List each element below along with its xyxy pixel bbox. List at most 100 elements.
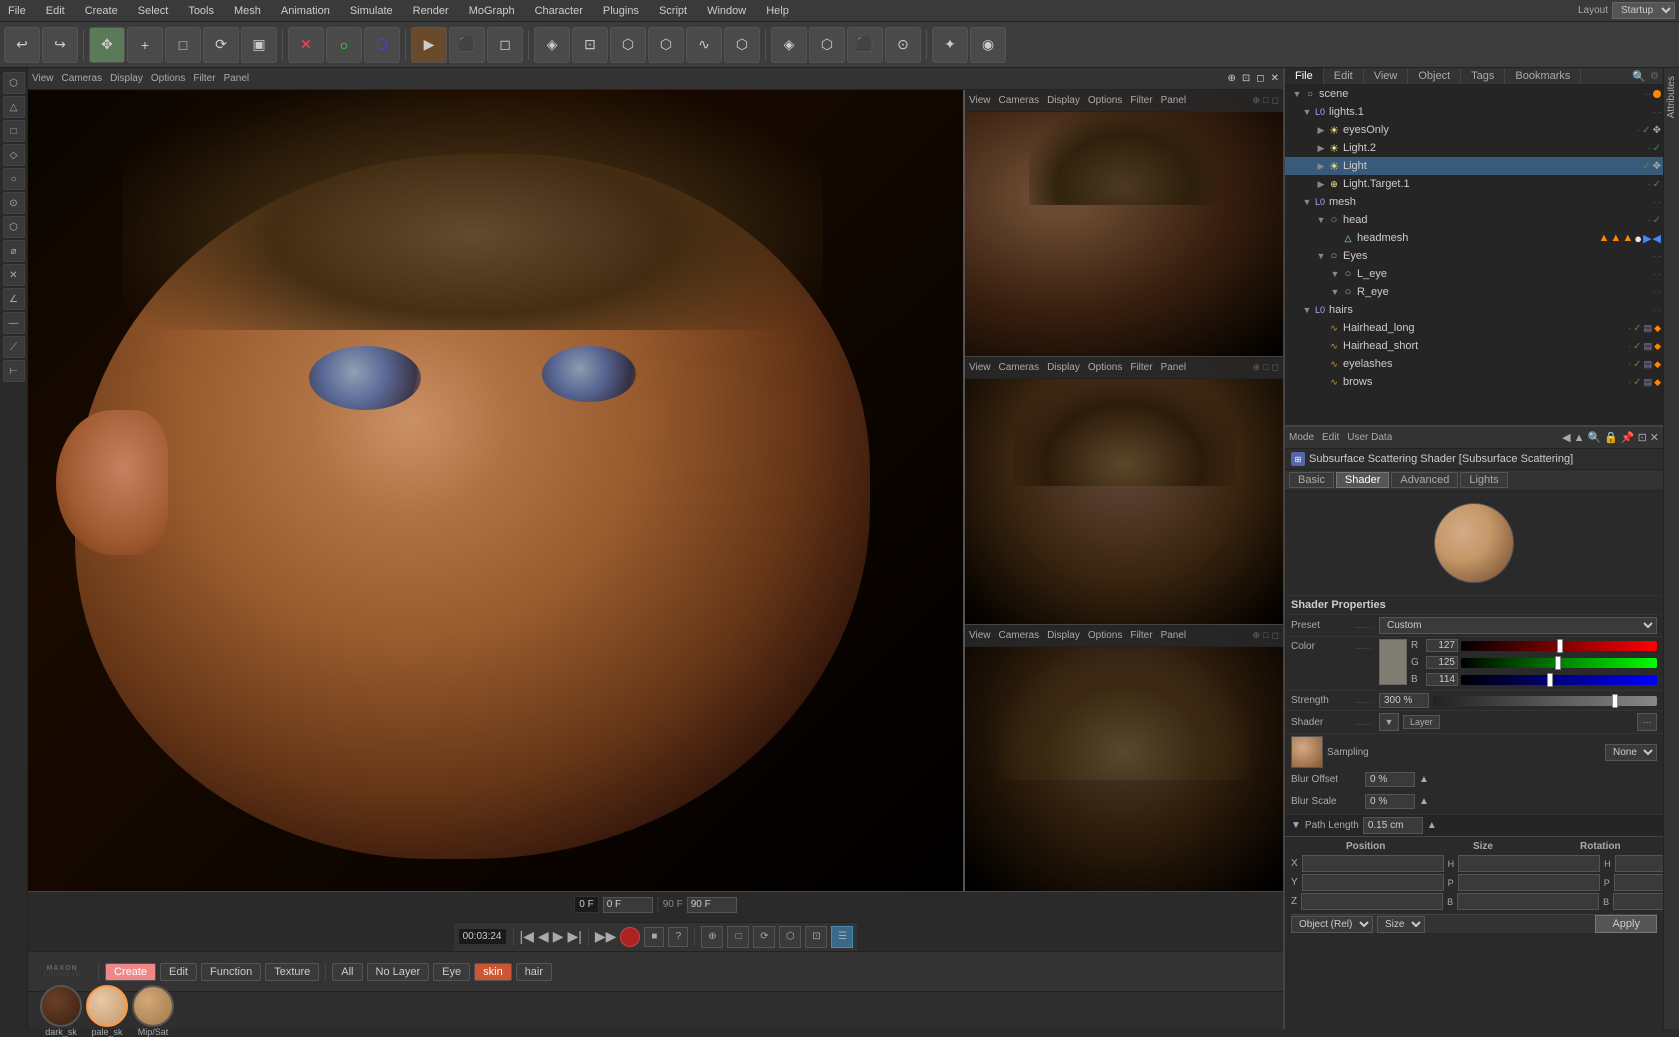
rvp-mid-cameras[interactable]: Cameras [999, 362, 1040, 373]
filter-skin[interactable]: skin [474, 963, 512, 981]
tree-row-lighttarget[interactable]: ▶ ⊕ Light.Target.1 · ✓ [1285, 175, 1663, 193]
vp-tab-filter[interactable]: Filter [193, 73, 215, 84]
tool-i[interactable]: ⬛ [847, 27, 883, 63]
filter-nolayer[interactable]: No Layer [367, 963, 430, 981]
play-prev-btn[interactable]: ◀ [538, 928, 549, 945]
menu-help[interactable]: Help [762, 3, 793, 19]
tab-basic[interactable]: Basic [1289, 472, 1334, 488]
panel-tab-bookmarks[interactable]: Bookmarks [1505, 68, 1581, 84]
menu-render[interactable]: Render [409, 3, 453, 19]
props-ctrl2[interactable]: ✕ [1650, 431, 1659, 444]
sidebar-tool-4[interactable]: ◇ [3, 144, 25, 166]
preset-dropdown[interactable]: Custom [1379, 617, 1657, 634]
r-value[interactable] [1426, 639, 1458, 652]
rvp-top-options[interactable]: Options [1088, 95, 1122, 106]
tree-row-headmesh[interactable]: △ headmesh ▲ ▲ ▲ ● ▶ ◀ [1285, 229, 1663, 247]
z-tool[interactable]: ⬡ [364, 27, 400, 63]
menu-character[interactable]: Character [531, 3, 587, 19]
playback-btn[interactable]: ⬛ [449, 27, 485, 63]
rvp-top-ctrl3[interactable]: ◻ [1272, 95, 1279, 106]
b-slider-track[interactable] [1461, 675, 1657, 685]
anim-btn-6[interactable]: ☰ [831, 926, 853, 948]
props-lock-icon[interactable]: 🔒 [1604, 431, 1618, 444]
rvp-mid-display[interactable]: Display [1047, 362, 1080, 373]
strength-slider[interactable] [1433, 696, 1657, 706]
sidebar-tool-11[interactable]: — [3, 312, 25, 334]
tree-row-light2[interactable]: ▶ ☀ Light.2 · ✓ [1285, 139, 1663, 157]
filter-all[interactable]: All [332, 963, 362, 981]
main-viewport[interactable] [28, 90, 963, 891]
tool-j[interactable]: ⊙ [885, 27, 921, 63]
rvp-top-view[interactable]: View [969, 95, 991, 106]
tab-edit[interactable]: Edit [160, 963, 197, 981]
y-rot[interactable]: 0 ° [1614, 874, 1663, 891]
undo-button[interactable]: ↩ [4, 27, 40, 63]
sampling-dropdown[interactable]: None [1605, 744, 1657, 761]
timeline-numbers[interactable]: 0 5 10 15 20 25 30 35 40 45 50 55 60 65 … [657, 897, 659, 913]
tab-advanced[interactable]: Advanced [1391, 472, 1458, 488]
tool-b[interactable]: ⊡ [572, 27, 608, 63]
color-swatch[interactable] [1379, 639, 1407, 685]
apply-button[interactable]: Apply [1595, 915, 1657, 933]
tool-d[interactable]: ⬡ [648, 27, 684, 63]
sidebar-tool-1[interactable]: ⬡ [3, 72, 25, 94]
tree-row-eyelashes[interactable]: ∿ eyelashes · ✓ ▤ ◆ [1285, 355, 1663, 373]
layer-btn[interactable]: Layer [1403, 715, 1440, 729]
menu-edit[interactable]: Edit [42, 3, 69, 19]
userdata-btn[interactable]: User Data [1347, 432, 1392, 443]
tab-texture[interactable]: Texture [265, 963, 319, 981]
rvp-mid-view[interactable]: View [969, 362, 991, 373]
tool-l[interactable]: ◉ [970, 27, 1006, 63]
tool-h[interactable]: ⬡ [809, 27, 845, 63]
anim-btn-4[interactable]: ⬡ [779, 926, 801, 948]
render2-btn[interactable]: ◻ [487, 27, 523, 63]
props-back-icon[interactable]: ◀ [1562, 431, 1570, 444]
mode-btn[interactable]: Mode [1289, 432, 1314, 443]
attributes-label[interactable]: Attributes [1664, 68, 1679, 126]
blur-scale-value[interactable] [1365, 794, 1415, 809]
rvp-bot-filter[interactable]: Filter [1130, 630, 1152, 641]
object-rel-dropdown[interactable]: Object (Rel) [1291, 916, 1373, 933]
blur-offset-value[interactable] [1365, 772, 1415, 787]
y-size[interactable]: 137.482 cm [1458, 874, 1600, 891]
props-ctrl1[interactable]: ⊡ [1638, 431, 1647, 444]
key-btn[interactable]: ? [668, 927, 688, 947]
sidebar-tool-7[interactable]: ⬡ [3, 216, 25, 238]
menu-script[interactable]: Script [655, 3, 691, 19]
layout-dropdown[interactable]: Startup [1612, 2, 1675, 19]
redo-button[interactable]: ↪ [42, 27, 78, 63]
vp-tab-view[interactable]: View [32, 73, 54, 84]
end-frame-input[interactable]: 90 F [687, 897, 737, 913]
shader-extra-btn[interactable]: ··· [1637, 713, 1657, 731]
size-dropdown[interactable]: Size [1377, 916, 1425, 933]
sidebar-tool-9[interactable]: ✕ [3, 264, 25, 286]
tree-row-scene[interactable]: ▼ ○ scene · · [1285, 85, 1663, 103]
select-tool[interactable]: □ [165, 27, 201, 63]
x-rot[interactable]: 0 ° [1615, 855, 1663, 872]
frame-input[interactable]: 0 F [603, 897, 653, 913]
anim-btn-2[interactable]: □ [727, 926, 749, 948]
anim-btn-3[interactable]: ⟳ [753, 926, 775, 948]
tree-row-eyes[interactable]: ▼ ○ Eyes · · [1285, 247, 1663, 265]
y-pos[interactable]: 0 cm [1302, 874, 1444, 891]
tree-row-brows[interactable]: ∿ brows · ✓ ▤ ◆ [1285, 373, 1663, 391]
anim-btn-5[interactable]: ⊡ [805, 926, 827, 948]
tool-c[interactable]: ⬡ [610, 27, 646, 63]
rotate-tool[interactable]: ⟳ [203, 27, 239, 63]
vp-tab-display[interactable]: Display [110, 73, 143, 84]
rvp-top-cameras[interactable]: Cameras [999, 95, 1040, 106]
z-rot[interactable]: 0 ° [1613, 893, 1663, 910]
strength-value[interactable] [1379, 693, 1429, 708]
menu-plugins[interactable]: Plugins [599, 3, 643, 19]
render-btn[interactable]: ▶ [411, 27, 447, 63]
tree-row-lights1[interactable]: ▼ L0 lights.1 · · [1285, 103, 1663, 121]
tool-e[interactable]: ∿ [686, 27, 722, 63]
tool-a[interactable]: ◈ [534, 27, 570, 63]
path-length-value[interactable] [1363, 817, 1423, 834]
play-btn[interactable]: ▶ [553, 928, 564, 945]
sidebar-tool-13[interactable]: ⊢ [3, 360, 25, 382]
z-size[interactable]: 100.825 cm [1457, 893, 1599, 910]
menu-select[interactable]: Select [134, 3, 173, 19]
tab-create[interactable]: Create [105, 963, 156, 981]
tool-g[interactable]: ◈ [771, 27, 807, 63]
